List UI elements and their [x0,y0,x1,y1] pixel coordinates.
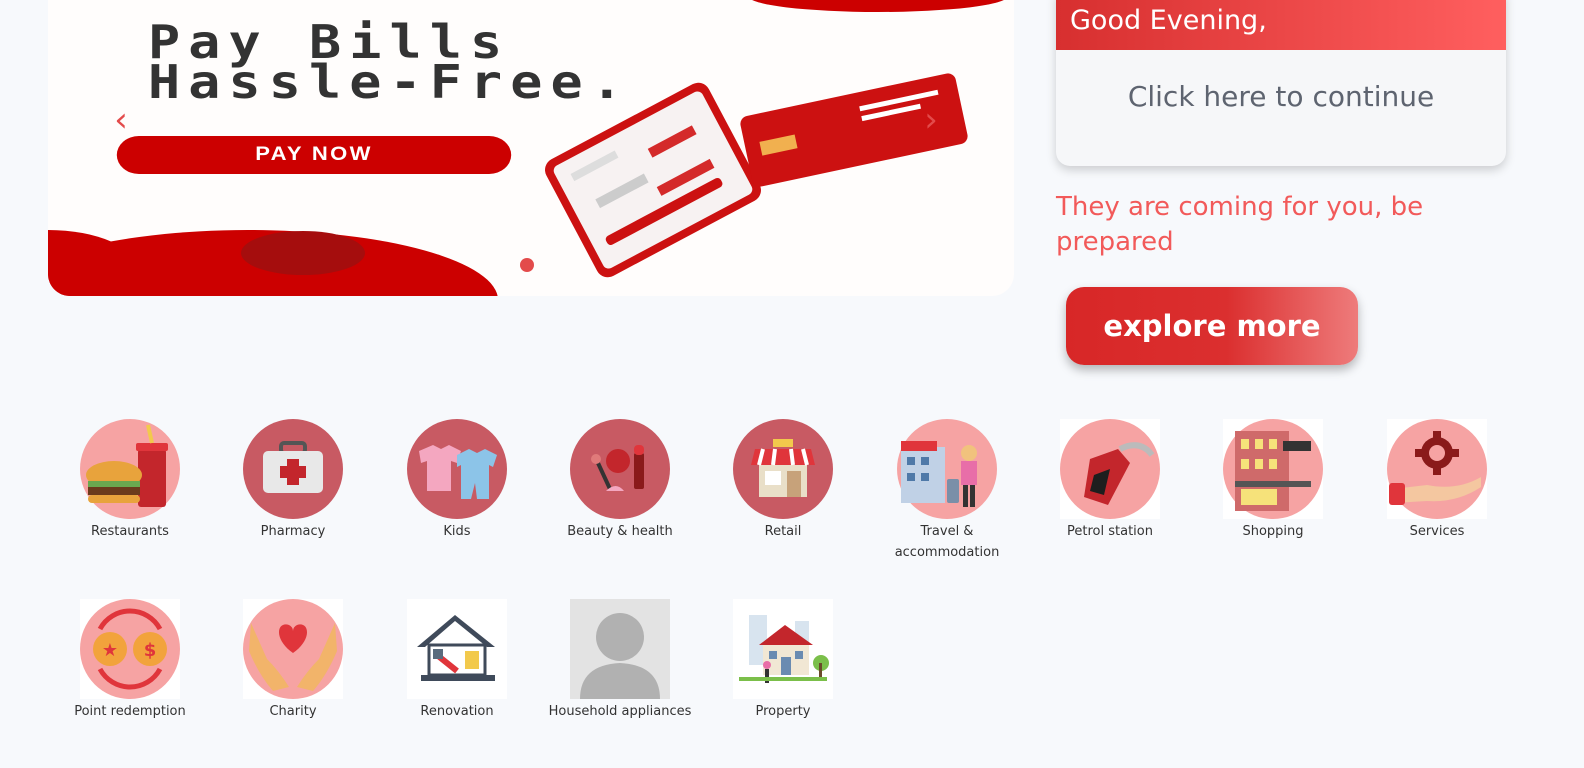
category-label: Services [1409,524,1465,539]
category-label: Point redemption [74,704,186,719]
shopping-mall-icon [1223,419,1323,519]
category-label: Beauty & health [567,524,673,539]
hotel-traveler-icon [897,419,997,519]
category-services[interactable]: Services [1362,419,1512,542]
coin-exchange-icon: ★ $ [80,599,180,699]
cosmetics-icon [570,419,670,519]
category-travel-accommodation[interactable]: Travel & accommodation [872,419,1022,563]
explore-more-button[interactable]: explore more [1066,287,1358,365]
carousel-next-icon[interactable]: › [916,100,946,140]
greeting-header: Good Evening, [1056,0,1506,50]
carousel-indicator-dot[interactable] [520,258,534,272]
category-label: Charity [269,704,317,719]
house-paint-icon [407,599,507,699]
promo-banner[interactable]: Pay Bills Hassle-Free. PAY NOW ‹ › [48,0,1014,296]
pay-now-button[interactable]: PAY NOW [116,136,512,174]
banner-headline: Pay Bills Hassle-Free. [148,19,631,109]
storefront-icon [733,419,833,519]
category-retail[interactable]: Retail [708,419,858,542]
category-point-redemption[interactable]: ★ $ Point redemption [55,599,205,722]
baby-clothes-icon [407,419,507,519]
greeting-card: Good Evening, Click here to continue [1056,0,1506,166]
fuel-nozzle-icon [1060,419,1160,519]
category-label: Household appliances [548,704,692,719]
category-label: Restaurants [91,524,169,539]
carousel-prev-icon[interactable]: ‹ [106,100,136,140]
svg-text:$: $ [144,640,157,661]
category-label: Kids [443,524,471,539]
tagline: They are coming for you, be prepared [1056,192,1424,257]
category-label: Petrol station [1067,524,1153,539]
category-petrol-station[interactable]: Petrol station [1035,419,1185,542]
burger-drink-icon [80,419,180,519]
continue-link[interactable]: Click here to continue [1056,80,1506,113]
category-property[interactable]: Property [708,599,858,722]
category-label: Renovation [420,704,494,719]
first-aid-kit-icon [243,419,343,519]
category-charity[interactable]: Charity [218,599,368,722]
category-pharmacy[interactable]: Pharmacy [218,419,368,542]
category-label: Travel & accommodation [894,524,1000,560]
category-label: Property [755,704,811,719]
category-restaurants[interactable]: Restaurants [55,419,205,542]
svg-text:★: ★ [102,640,118,661]
heart-hands-icon [243,599,343,699]
category-beauty-health[interactable]: Beauty & health [545,419,695,542]
property-house-icon [733,599,833,699]
category-label: Pharmacy [260,524,326,539]
gear-hand-icon [1387,419,1487,519]
category-label: Retail [764,524,802,539]
user-placeholder-icon [570,599,670,699]
category-household-appliances[interactable]: Household appliances [545,599,695,722]
banner-headline-line2: Hassle-Free. [148,55,631,109]
category-label: Shopping [1242,524,1304,539]
category-renovation[interactable]: Renovation [382,599,532,722]
category-shopping[interactable]: Shopping [1198,419,1348,542]
category-kids[interactable]: Kids [382,419,532,542]
